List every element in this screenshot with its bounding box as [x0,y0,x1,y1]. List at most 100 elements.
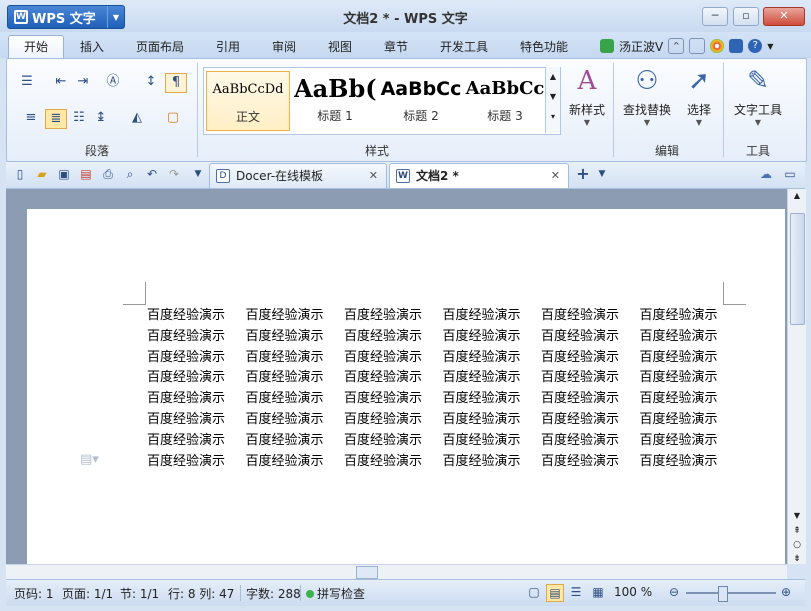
browse-object-icon[interactable]: ○ [788,540,806,550]
close-button[interactable]: ✕ [763,7,805,26]
chevron-up-icon[interactable]: ▲ [546,67,560,87]
document-line: 百度经验演示 百度经验演示 百度经验演示 百度经验演示 百度经验演示 百度经验演示 [147,389,747,410]
minimize-button[interactable]: ─ [702,7,728,26]
spell-check-toggle[interactable]: 拼写检查 [306,585,365,602]
tab-home[interactable]: 开始 [8,35,64,58]
docer-icon: D [216,169,230,183]
style-heading-3[interactable]: AaBbCc 标题 3 [464,71,546,129]
tab-references[interactable]: 引用 [206,36,250,58]
document-text-cell: 百度经验演示 [344,391,423,407]
doc-tab-docer[interactable]: D Docer-在线模板 ✕ [209,163,387,188]
export-pdf-icon[interactable]: ▤ [78,166,94,182]
browser-icon[interactable] [710,39,725,53]
tab-features[interactable]: 特色功能 [510,36,578,58]
chevron-down-icon[interactable]: ▼ [594,166,610,182]
style-normal[interactable]: AaBbCcDd 正文 [206,71,290,131]
close-icon[interactable]: ✕ [551,164,560,188]
page-view-icon[interactable]: ▤ [546,584,564,602]
tab-developer[interactable]: 开发工具 [430,36,498,58]
vertical-scrollbar[interactable]: ▲ ▼ ⇞ ○ ⇟ [787,189,806,564]
document-text-cell: 百度经验演示 [639,328,718,344]
doc-tab-document2[interactable]: W 文档2 * ✕ [389,163,569,188]
chevron-up-icon[interactable]: ^ [668,38,685,54]
chevron-up-icon[interactable]: ▲ [788,189,806,203]
scroll-thumb[interactable] [356,566,378,579]
ribbon-separator [613,63,614,157]
style-name: 标题 2 [403,109,439,123]
distribute-icon[interactable]: ☷ [69,109,89,127]
decrease-indent-icon[interactable]: ⇤ [51,73,71,91]
title-bar: W WPS 文字 ▼ 文档2 * - WPS 文字 ─ ▫ ✕ [0,0,811,32]
document-text-cell: 百度经验演示 [245,453,324,469]
window-switch-icon[interactable]: ▭ [782,166,798,182]
redo-icon[interactable]: ↷ [166,166,182,182]
tab-view[interactable]: 视图 [318,36,362,58]
tab-review[interactable]: 审阅 [262,36,306,58]
zoom-in-icon[interactable]: ⊕ [778,584,794,600]
document-text-cell: 百度经验演示 [147,308,226,323]
status-section: 节: 1/1 [120,587,160,601]
crop-mark [723,282,746,305]
save-icon[interactable]: ▣ [56,166,72,182]
gallery-scroll[interactable]: ▲ ▼ ▾ [545,67,560,133]
tab-chapter[interactable]: 章节 [374,36,418,58]
document-page[interactable]: 百度经验演示 百度经验演示 百度经验演示 百度经验演示 百度经验演示 百度经验演示 百度经验… [27,209,785,564]
user-name[interactable]: 汤正波V [619,38,663,55]
line-spacing-icon[interactable]: ↨ [91,109,111,127]
cloud-icon[interactable]: ☁ [758,166,774,182]
restore-button[interactable]: ▫ [733,7,759,26]
bullet-list-icon[interactable]: ☰ [17,73,37,91]
sort-icon[interactable]: ↕ [141,73,161,91]
full-screen-view-icon[interactable]: ▢ [526,584,542,600]
docer-icon[interactable] [729,39,744,53]
web-view-icon[interactable]: ▦ [590,584,606,600]
style-heading-2[interactable]: AaBbCc 标题 2 [380,71,462,129]
outline-view-icon[interactable]: ☰ [568,584,584,600]
horizontal-scrollbar[interactable] [6,564,787,579]
scroll-thumb[interactable] [790,213,805,325]
window-title: 文档2 * - WPS 文字 [343,12,468,27]
border-icon[interactable]: ▢ [163,109,183,127]
text-tools-button[interactable]: ✎ 文字工具 ▼ [729,65,787,127]
chevron-down-icon[interactable]: ▼ [788,511,806,520]
tab-page-layout[interactable]: 页面布局 [128,36,192,58]
zoom-slider[interactable] [686,592,776,594]
status-pages: 页面: 1/1 [62,587,114,601]
document-text[interactable]: 百度经验演示 百度经验演示 百度经验演示 百度经验演示 百度经验演示 百度经验演示 百度经验… [147,306,747,472]
tab-insert[interactable]: 插入 [70,36,114,58]
select-button[interactable]: ➚ 选择 ▼ [679,65,719,127]
document-text-cell: 百度经验演示 [639,453,718,469]
close-icon[interactable]: ✕ [369,164,378,188]
new-style-button[interactable]: A 新样式 ▼ [563,65,611,127]
prev-page-icon[interactable]: ⇞ [788,526,806,536]
customize-icon[interactable]: ▼ [190,166,206,182]
style-heading-1[interactable]: AaBb( 标题 1 [294,71,376,129]
skin-icon[interactable] [689,38,706,54]
zoom-slider-thumb[interactable] [718,586,728,602]
shading-icon[interactable]: ◭ [127,109,147,127]
chevron-down-icon[interactable]: ▼ [546,87,560,107]
increase-indent-icon[interactable]: ⇥ [73,73,93,91]
document-text-cell: 百度经验演示 [541,453,620,469]
zoom-level[interactable]: 100 % [614,585,652,599]
new-doc-icon[interactable]: ▯ [12,166,28,182]
text-direction-icon[interactable]: Ⓐ [103,73,123,91]
help-icon[interactable]: ? [748,39,763,53]
paragraph-handle-icon[interactable]: ▤▾ [80,452,99,467]
zoom-out-icon[interactable]: ⊖ [666,584,682,600]
print-preview-icon[interactable]: ⌕ [122,166,138,182]
status-page: 页码: 1 [14,587,54,601]
justify-icon[interactable]: ≣ [45,109,67,129]
find-replace-button[interactable]: ⚇ 查找替换 ▼ [617,65,677,127]
align-right-icon[interactable]: ≡ [21,109,41,127]
next-page-icon[interactable]: ⇟ [788,554,806,564]
print-icon[interactable]: ⎙ [100,166,116,182]
open-folder-icon[interactable]: ▰ [34,166,50,182]
undo-icon[interactable]: ↶ [144,166,160,182]
cursor-icon: ➚ [688,66,710,96]
add-tab-icon[interactable]: + [572,166,594,182]
chevron-down-icon[interactable]: ▼ [767,42,773,51]
expand-icon[interactable]: ▾ [546,107,560,127]
status-word-count[interactable]: 字数: 288 [246,585,301,602]
show-marks-icon[interactable]: ¶ [165,73,187,93]
